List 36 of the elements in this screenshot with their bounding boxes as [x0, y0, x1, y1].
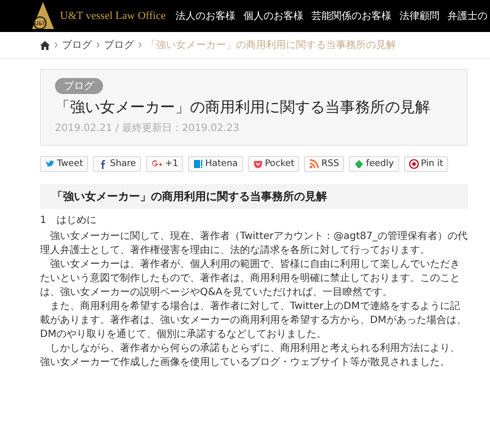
share-button[interactable]: Share [92, 156, 141, 172]
chevron-icon [96, 42, 100, 48]
hatena-icon [193, 159, 204, 169]
share-button[interactable]: RSS [304, 156, 344, 172]
nav-link[interactable]: 法人のお客様 [176, 9, 236, 23]
breadcrumb-current: 「強い女メーカー」の商用利用に関する当事務所の見解 [146, 38, 396, 52]
google-icon [150, 159, 163, 169]
site-logo-text[interactable]: U&T vessel Law Office [60, 10, 166, 22]
share-button[interactable]: Tweet [40, 156, 88, 172]
nav-link[interactable]: 弁護士の [448, 9, 488, 23]
post-date: 2019.02.21 / 最終更新日：2019.02.23 [55, 122, 240, 135]
nav-link[interactable]: 個人のお客様 [244, 9, 304, 23]
section-title: 1 はじめに [40, 214, 98, 228]
share-button[interactable]: Pocket [248, 156, 300, 172]
body-paragraph: 強い女メーカーは、著作者が、個人利用の範囲で、皆様に自由に利用して楽しんでいただきたいという意図で制作したもので、著作者は、商用利用を明確に禁止しております。このことは、強い女メーカーの説明ページやQ&Aを見ていただければ、一目瞭然です。 [40, 258, 461, 300]
chevron-icon [54, 42, 58, 48]
share-button[interactable]: +1 [146, 156, 184, 172]
share-button[interactable]: feedly [349, 156, 399, 172]
share-button[interactable]: Hatena [188, 156, 243, 172]
bird-icon [45, 159, 55, 169]
post-title: 「強い女メーカー」の商用利用に関する当事務所の見解 [55, 98, 430, 117]
pin-icon [408, 159, 419, 169]
chevron-icon [138, 42, 142, 48]
share-button[interactable]: Pin it [404, 156, 448, 172]
home-icon[interactable] [40, 40, 50, 50]
section-heading: 「強い女メーカー」の商用利用に関する当事務所の見解 [40, 184, 468, 209]
nav-link[interactable]: 法律顧問 [400, 9, 440, 23]
breadcrumb-link[interactable]: ブログ [62, 38, 92, 52]
nav-link[interactable]: 芸能関係のお客様 [312, 9, 392, 23]
body-paragraph: 強い女メーカーに関して、現在、著作者（Twitterアカウント：@agt87_の管理保有者）の代理人弁護士として、著作権侵害を理由に、法的な請求を各所に対して行っております。 [40, 230, 468, 258]
rss-icon [309, 159, 320, 169]
feedly-icon [354, 159, 364, 169]
pocket-icon [252, 159, 263, 169]
breadcrumb-link[interactable]: ブログ [104, 38, 134, 52]
body-paragraph: また、商用利用を希望する場合は、著作者に対して、Twitter上のDMで連絡をするように記載があります。著作者は、強い女メーカーの商用利用を希望する方から、DMがあった場合は、DMのやり取りを通じて、個別に承諾するなどしておりました。 [40, 300, 468, 342]
body-paragraph: しかしながら、著作者から何らの承諾もとらずに、商用利用と考えられる利用方法により、強い女メーカーで作成した画像を使用しているブログ・ウェブサイト等が散見されました。 [40, 342, 461, 370]
